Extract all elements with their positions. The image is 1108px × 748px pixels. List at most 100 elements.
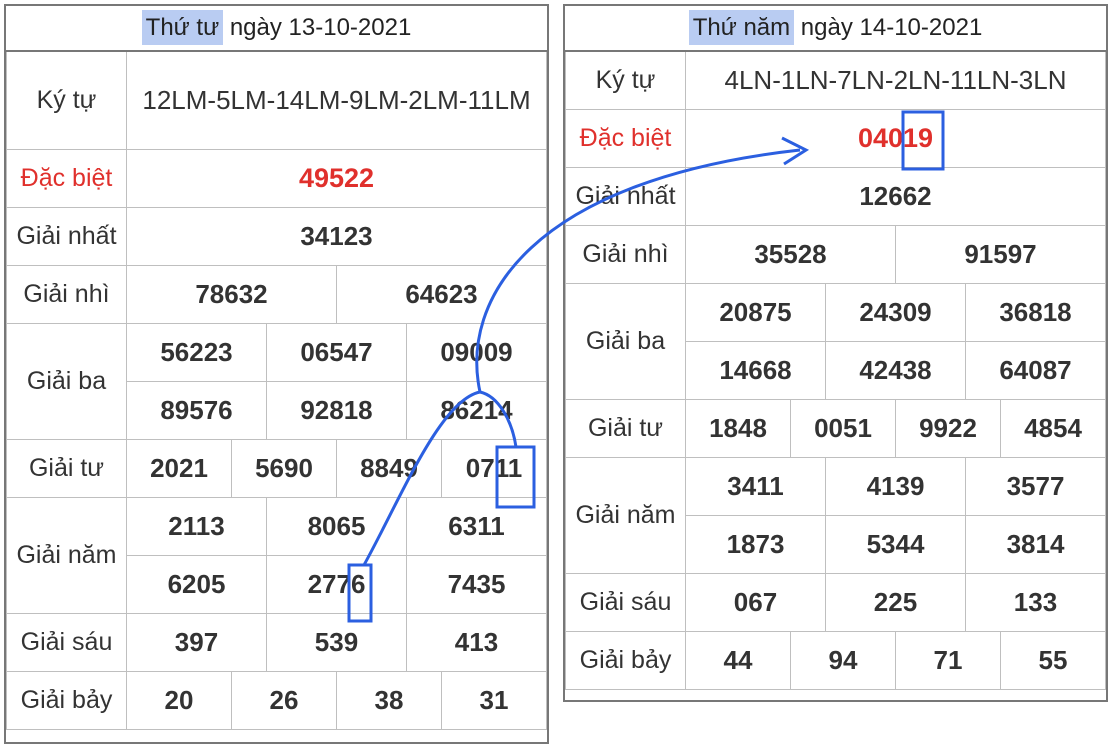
label-giai-bay: Giải bảy: [6, 671, 127, 730]
prize-giai-bay-3: 38: [336, 671, 442, 730]
label-giai-nam: Giải năm: [565, 457, 686, 574]
label-ky-tu: Ký tự: [6, 50, 127, 150]
prize-giai-nhi-2: 91597: [895, 225, 1106, 284]
prize-giai-bay-2: 26: [231, 671, 337, 730]
prize-giai-ba-1: 20875: [685, 283, 826, 342]
prize-giai-nam-3: 3577: [965, 457, 1106, 516]
prize-giai-bay-4: 55: [1000, 631, 1106, 690]
prize-giai-ba-3: 09009: [406, 323, 547, 382]
row-giai-sau: Giải sáu 397 539 413: [6, 613, 547, 672]
row-dac-biet: Đặc biệt 04019: [565, 109, 1106, 168]
label-giai-ba: Giải ba: [565, 283, 686, 400]
row-giai-bay: Giải bảy 44 94 71 55: [565, 631, 1106, 690]
row-giai-tu: Giải tư 1848 0051 9922 4854: [565, 399, 1106, 458]
prize-giai-tu-1: 2021: [126, 439, 232, 498]
row-giai-nhat: Giải nhất 12662: [565, 167, 1106, 226]
prize-giai-ba-6: 64087: [965, 341, 1106, 400]
prize-giai-nhat: 34123: [126, 207, 547, 266]
prize-dac-biet: 49522: [126, 149, 547, 208]
prize-giai-nam-6: 3814: [965, 515, 1106, 574]
prize-giai-ba-4: 89576: [126, 381, 267, 440]
label-giai-ba: Giải ba: [6, 323, 127, 440]
label-giai-sau: Giải sáu: [565, 573, 686, 632]
label-giai-sau: Giải sáu: [6, 613, 127, 672]
row-giai-nam-1: Giải năm 2113 8065 6311: [6, 497, 547, 614]
prize-giai-nam-1: 3411: [685, 457, 826, 516]
weekday-highlight: Thứ năm: [688, 10, 795, 45]
prize-giai-nam-3: 6311: [406, 497, 547, 556]
table-header: Thứ tư ngày 13-10-2021: [6, 6, 547, 52]
prize-giai-tu-3: 8849: [336, 439, 442, 498]
label-giai-nhi: Giải nhì: [6, 265, 127, 324]
label-ky-tu: Ký tự: [565, 50, 686, 110]
prize-giai-nam-4: 6205: [126, 555, 267, 614]
label-giai-bay: Giải bảy: [565, 631, 686, 690]
prize-giai-sau-1: 397: [126, 613, 267, 672]
prize-giai-tu-1: 1848: [685, 399, 791, 458]
prize-giai-nhi-1: 35528: [685, 225, 896, 284]
label-giai-nam: Giải năm: [6, 497, 127, 614]
prize-giai-ba-2: 24309: [825, 283, 966, 342]
lottery-table-13-10-2021: Thứ tư ngày 13-10-2021 Ký tự 12LM-5LM-14…: [6, 6, 547, 730]
prize-giai-sau-3: 133: [965, 573, 1106, 632]
row-giai-nhat: Giải nhất 34123: [6, 207, 547, 266]
prize-giai-nam-1: 2113: [126, 497, 267, 556]
lottery-table-14-10-2021: Thứ năm ngày 14-10-2021 Ký tự 4LN-1LN-7L…: [565, 6, 1106, 690]
value-ky-tu: 12LM-5LM-14LM-9LM-2LM-11LM: [126, 50, 547, 150]
prize-giai-tu-4: 0711: [441, 439, 547, 498]
prize-giai-sau-1: 067: [685, 573, 826, 632]
prize-giai-ba-2: 06547: [266, 323, 407, 382]
prize-giai-ba-1: 56223: [126, 323, 267, 382]
prize-giai-tu-4: 4854: [1000, 399, 1106, 458]
row-giai-ba-1: Giải ba 56223 06547 09009: [6, 323, 547, 440]
prize-giai-bay-1: 44: [685, 631, 791, 690]
prize-giai-sau-2: 539: [266, 613, 407, 672]
prize-giai-nam-5: 5344: [825, 515, 966, 574]
label-giai-tu: Giải tư: [565, 399, 686, 458]
prize-giai-tu-2: 5690: [231, 439, 337, 498]
prize-giai-nam-6: 7435: [406, 555, 547, 614]
row-ky-tu: Ký tự 4LN-1LN-7LN-2LN-11LN-3LN: [565, 50, 1106, 110]
label-giai-nhat: Giải nhất: [6, 207, 127, 266]
label-dac-biet: Đặc biệt: [565, 109, 686, 168]
row-dac-biet: Đặc biệt 49522: [6, 149, 547, 208]
results-table-right: Thứ năm ngày 14-10-2021 Ký tự 4LN-1LN-7L…: [563, 4, 1108, 702]
date-header: Thứ năm ngày 14-10-2021: [565, 6, 1106, 52]
prize-giai-ba-6: 86214: [406, 381, 547, 440]
row-giai-nam-1: Giải năm 3411 4139 3577: [565, 457, 1106, 574]
date-text: ngày 13-10-2021: [223, 14, 412, 41]
label-giai-nhat: Giải nhất: [565, 167, 686, 226]
prize-giai-bay-1: 20: [126, 671, 232, 730]
prize-giai-nhi-1: 78632: [126, 265, 337, 324]
prize-giai-bay-2: 94: [790, 631, 896, 690]
prize-giai-sau-2: 225: [825, 573, 966, 632]
prize-giai-sau-3: 413: [406, 613, 547, 672]
prize-giai-nam-2: 4139: [825, 457, 966, 516]
prize-giai-ba-3: 36818: [965, 283, 1106, 342]
prize-giai-tu-3: 9922: [895, 399, 1001, 458]
prize-giai-nam-4: 1873: [685, 515, 826, 574]
label-dac-biet: Đặc biệt: [6, 149, 127, 208]
value-ky-tu: 4LN-1LN-7LN-2LN-11LN-3LN: [685, 50, 1106, 110]
prize-giai-tu-2: 0051: [790, 399, 896, 458]
date-header: Thứ tư ngày 13-10-2021: [6, 6, 547, 52]
label-giai-nhi: Giải nhì: [565, 225, 686, 284]
prize-giai-nhat: 12662: [685, 167, 1106, 226]
row-giai-sau: Giải sáu 067 225 133: [565, 573, 1106, 632]
prize-giai-nhi-2: 64623: [336, 265, 547, 324]
date-text: ngày 14-10-2021: [794, 14, 983, 41]
row-giai-nhi: Giải nhì 78632 64623: [6, 265, 547, 324]
prize-giai-nam-5: 2776: [266, 555, 407, 614]
row-giai-tu: Giải tư 2021 5690 8849 0711: [6, 439, 547, 498]
prize-giai-bay-3: 71: [895, 631, 1001, 690]
prize-giai-nam-2: 8065: [266, 497, 407, 556]
prize-giai-bay-4: 31: [441, 671, 547, 730]
prize-dac-biet: 04019: [685, 109, 1106, 168]
row-giai-bay: Giải bảy 20 26 38 31: [6, 671, 547, 730]
prize-giai-ba-5: 92818: [266, 381, 407, 440]
row-giai-nhi: Giải nhì 35528 91597: [565, 225, 1106, 284]
row-ky-tu: Ký tự 12LM-5LM-14LM-9LM-2LM-11LM: [6, 50, 547, 150]
table-header: Thứ năm ngày 14-10-2021: [565, 6, 1106, 52]
prize-giai-ba-5: 42438: [825, 341, 966, 400]
label-giai-tu: Giải tư: [6, 439, 127, 498]
